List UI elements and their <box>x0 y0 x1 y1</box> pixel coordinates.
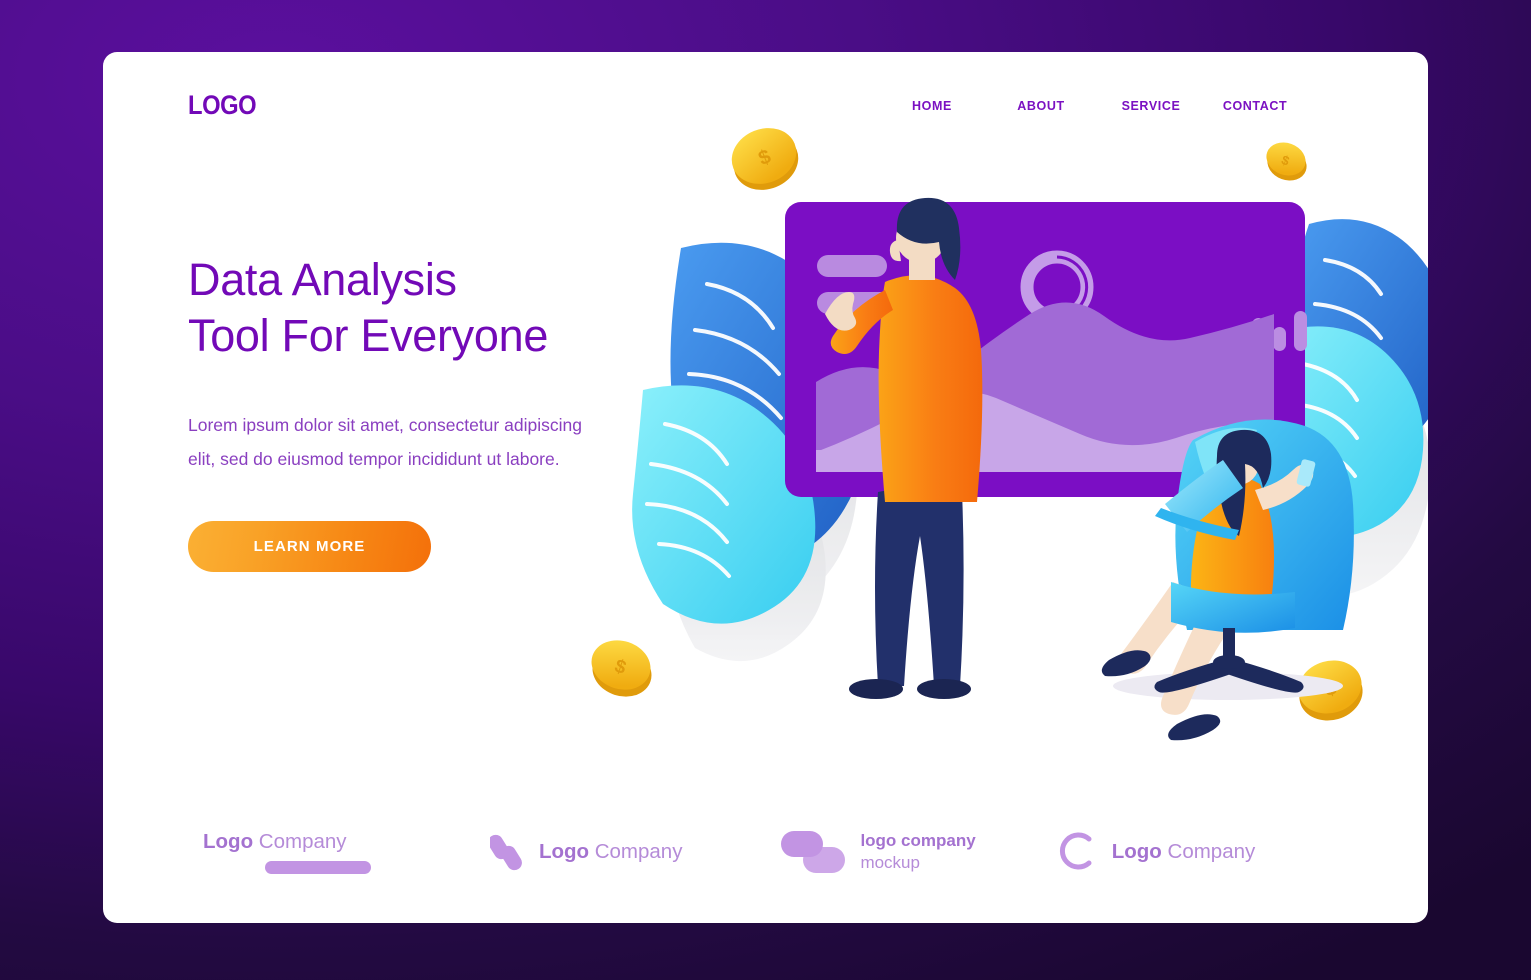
hero-subtext: Lorem ipsum dolor sit amet, consectetur … <box>188 414 582 469</box>
man-hair <box>896 197 961 280</box>
woman-shoe-front <box>1101 650 1151 677</box>
presenter-man-group <box>825 197 983 699</box>
diagonal-capsules-icon <box>489 834 522 871</box>
coin-symbol: $ <box>1322 677 1339 701</box>
coin-symbol: $ <box>612 656 629 679</box>
footer-logo-1[interactable]: Logo Company <box>203 830 490 874</box>
coin-symbol: $ <box>1280 152 1293 169</box>
woman-dress <box>1190 477 1274 622</box>
man-trousers <box>875 488 964 686</box>
area-chart-wave-front <box>816 391 1274 472</box>
man-jacket <box>878 275 983 502</box>
woman-legs <box>1117 582 1239 715</box>
leaf-gray-right <box>1280 350 1428 596</box>
dashboard-screen <box>785 202 1307 497</box>
dashboard-bar-long <box>817 292 947 314</box>
landing-page-card: LOGO HOME ABOUT SERVICE CONTACT $ $ $ $ … <box>103 52 1428 923</box>
footer-logo-4-text: Logo Company <box>1111 840 1256 863</box>
overlapping-rects-icon <box>781 831 846 873</box>
coin-top-left: $ <box>731 128 799 190</box>
nav-item-contact[interactable]: CONTACT <box>1207 99 1303 113</box>
dashboard-bar-short <box>817 255 887 277</box>
site-logo[interactable]: LOGO <box>188 90 257 121</box>
nav-item-home[interactable]: HOME <box>877 99 987 113</box>
partner-logo-row: Logo Company Logo Company logo company mo… <box>103 829 1428 875</box>
seated-woman-group <box>1101 419 1354 741</box>
footer-logo-1-bar-mark <box>265 861 371 874</box>
coin-bottom-left: $ <box>591 640 652 697</box>
main-navigation: HOME ABOUT SERVICE CONTACT <box>877 99 1303 113</box>
donut-chart <box>1020 250 1098 325</box>
coin-symbol: $ <box>755 146 774 171</box>
nav-item-about[interactable]: ABOUT <box>987 99 1095 113</box>
woman-shoe-back <box>1168 714 1221 741</box>
man-shoe-left <box>849 679 903 699</box>
footer-logo-3-text: logo company mockup <box>860 831 976 872</box>
coin-top-right: $ <box>1266 142 1307 181</box>
page-title: Data Analysis Tool For Everyone <box>188 254 549 362</box>
leaf-blue-right <box>1293 219 1428 457</box>
chair-base <box>1154 655 1304 693</box>
footer-logo-2-text: Logo Company <box>538 840 683 863</box>
nav-item-service[interactable]: SERVICE <box>1095 99 1207 113</box>
hero-section: Data Analysis Tool For Everyone Lorem ip… <box>188 252 748 572</box>
woman-hair <box>1216 429 1272 536</box>
phone <box>1296 459 1316 487</box>
footer-logo-4[interactable]: Logo Company <box>1055 829 1328 875</box>
footer-logo-3[interactable]: logo company mockup <box>781 829 1054 875</box>
man-shoe-right <box>917 679 971 699</box>
laptop <box>1155 460 1243 540</box>
armchair-back <box>1175 419 1354 630</box>
footer-logo-1-text: Logo Company <box>203 830 347 853</box>
leaf-cyan-right <box>1261 326 1424 537</box>
c-ring-icon <box>1059 832 1092 870</box>
coin-bottom-right: $ <box>1298 660 1363 721</box>
area-chart-wave-back <box>816 302 1274 462</box>
learn-more-button[interactable]: LEARN MORE <box>188 520 431 572</box>
man-hand <box>825 292 857 331</box>
bar-chart-indicator <box>1231 311 1307 351</box>
footer-logo-2[interactable]: Logo Company <box>489 831 782 873</box>
